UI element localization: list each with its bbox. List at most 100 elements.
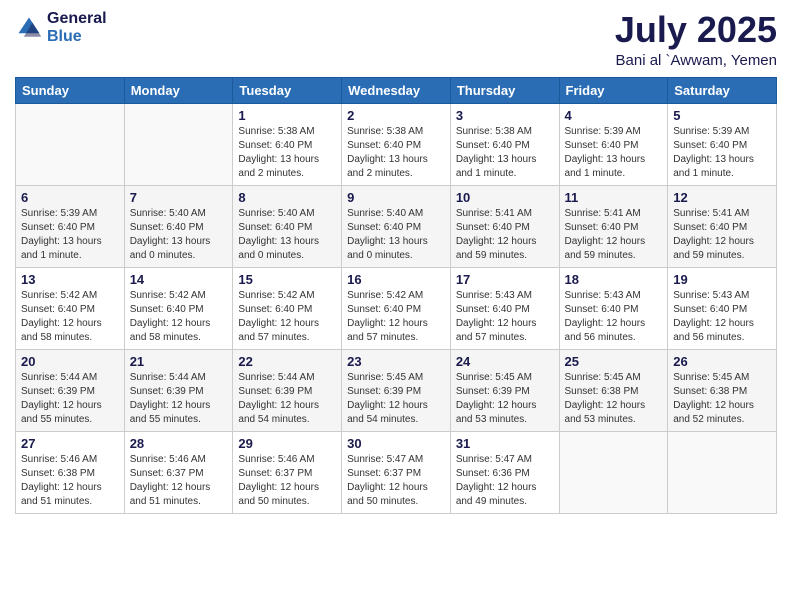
day-number: 11 bbox=[565, 190, 663, 205]
day-info: Sunrise: 5:42 AM Sunset: 6:40 PM Dayligh… bbox=[238, 289, 336, 345]
day-number: 17 bbox=[456, 272, 554, 287]
day-number: 5 bbox=[673, 108, 771, 123]
col-header-friday: Friday bbox=[559, 77, 668, 103]
week-row-1: 1 Sunrise: 5:38 AM Sunset: 6:40 PM Daylig… bbox=[16, 103, 777, 185]
day-info: Sunrise: 5:40 AM Sunset: 6:40 PM Dayligh… bbox=[347, 207, 445, 263]
day-cell-30: 30 Sunrise: 5:47 AM Sunset: 6:37 PM Dayli… bbox=[342, 431, 451, 513]
day-cell-5: 5 Sunrise: 5:39 AM Sunset: 6:40 PM Daylig… bbox=[668, 103, 777, 185]
logo: General Blue bbox=[15, 10, 107, 45]
day-number: 4 bbox=[565, 108, 663, 123]
day-number: 12 bbox=[673, 190, 771, 205]
day-number: 16 bbox=[347, 272, 445, 287]
day-cell-3: 3Sunrise: 5:38 AM Sunset: 6:40 PM Daylig… bbox=[450, 103, 559, 185]
day-number: 23 bbox=[347, 354, 445, 369]
day-cell-9: 9 Sunrise: 5:40 AM Sunset: 6:40 PM Daylig… bbox=[342, 185, 451, 267]
day-number: 13 bbox=[21, 272, 119, 287]
day-cell-28: 28 Sunrise: 5:46 AM Sunset: 6:37 PM Dayli… bbox=[124, 431, 233, 513]
day-number: 31 bbox=[456, 436, 554, 451]
day-info: Sunrise: 5:41 AM Sunset: 6:40 PM Dayligh… bbox=[456, 207, 554, 263]
day-info: Sunrise: 5:46 AM Sunset: 6:37 PM Dayligh… bbox=[130, 453, 228, 509]
subtitle: Bani al `Awwam, Yemen bbox=[615, 52, 777, 69]
day-info: Sunrise: 5:38 AM Sunset: 6:40 PM Dayligh… bbox=[347, 125, 445, 181]
day-info: Sunrise: 5:42 AM Sunset: 6:40 PM Dayligh… bbox=[130, 289, 228, 345]
logo-blue: Blue bbox=[47, 28, 107, 46]
title-block: July 2025 Bani al `Awwam, Yemen bbox=[615, 10, 777, 69]
day-info: Sunrise: 5:43 AM Sunset: 6:40 PM Dayligh… bbox=[565, 289, 663, 345]
day-cell-21: 21Sunrise: 5:44 AM Sunset: 6:39 PM Dayli… bbox=[124, 349, 233, 431]
day-number: 29 bbox=[238, 436, 336, 451]
day-info: Sunrise: 5:39 AM Sunset: 6:40 PM Dayligh… bbox=[565, 125, 663, 181]
day-cell-24: 24 Sunrise: 5:45 AM Sunset: 6:39 PM Dayli… bbox=[450, 349, 559, 431]
day-info: Sunrise: 5:45 AM Sunset: 6:39 PM Dayligh… bbox=[347, 371, 445, 427]
day-info: Sunrise: 5:45 AM Sunset: 6:38 PM Dayligh… bbox=[673, 371, 771, 427]
day-cell-17: 17 Sunrise: 5:43 AM Sunset: 6:40 PM Dayli… bbox=[450, 267, 559, 349]
day-number: 3 bbox=[456, 108, 554, 123]
day-info: Sunrise: 5:47 AM Sunset: 6:37 PM Dayligh… bbox=[347, 453, 445, 509]
day-cell-26: 26 Sunrise: 5:45 AM Sunset: 6:38 PM Dayli… bbox=[668, 349, 777, 431]
week-row-3: 13 Sunrise: 5:42 AM Sunset: 6:40 PM Dayli… bbox=[16, 267, 777, 349]
day-number: 1 bbox=[238, 108, 336, 123]
empty-cell bbox=[124, 103, 233, 185]
header-row: SundayMondayTuesdayWednesdayThursdayFrid… bbox=[16, 77, 777, 103]
col-header-saturday: Saturday bbox=[668, 77, 777, 103]
day-info: Sunrise: 5:43 AM Sunset: 6:40 PM Dayligh… bbox=[456, 289, 554, 345]
day-number: 22 bbox=[238, 354, 336, 369]
col-header-thursday: Thursday bbox=[450, 77, 559, 103]
day-number: 6 bbox=[21, 190, 119, 205]
day-number: 30 bbox=[347, 436, 445, 451]
day-number: 14 bbox=[130, 272, 228, 287]
day-cell-16: 16Sunrise: 5:42 AM Sunset: 6:40 PM Dayli… bbox=[342, 267, 451, 349]
day-cell-18: 18Sunrise: 5:43 AM Sunset: 6:40 PM Dayli… bbox=[559, 267, 668, 349]
day-number: 27 bbox=[21, 436, 119, 451]
day-cell-2: 2 Sunrise: 5:38 AM Sunset: 6:40 PM Daylig… bbox=[342, 103, 451, 185]
col-header-sunday: Sunday bbox=[16, 77, 125, 103]
day-cell-13: 13Sunrise: 5:42 AM Sunset: 6:40 PM Dayli… bbox=[16, 267, 125, 349]
day-cell-15: 15 Sunrise: 5:42 AM Sunset: 6:40 PM Dayli… bbox=[233, 267, 342, 349]
day-cell-6: 6 Sunrise: 5:39 AM Sunset: 6:40 PM Daylig… bbox=[16, 185, 125, 267]
day-info: Sunrise: 5:45 AM Sunset: 6:38 PM Dayligh… bbox=[565, 371, 663, 427]
col-header-monday: Monday bbox=[124, 77, 233, 103]
day-cell-8: 8Sunrise: 5:40 AM Sunset: 6:40 PM Daylig… bbox=[233, 185, 342, 267]
logo-icon bbox=[15, 14, 43, 42]
day-info: Sunrise: 5:41 AM Sunset: 6:40 PM Dayligh… bbox=[565, 207, 663, 263]
day-number: 28 bbox=[130, 436, 228, 451]
day-info: Sunrise: 5:38 AM Sunset: 6:40 PM Dayligh… bbox=[238, 125, 336, 181]
day-number: 9 bbox=[347, 190, 445, 205]
day-number: 10 bbox=[456, 190, 554, 205]
day-info: Sunrise: 5:46 AM Sunset: 6:37 PM Dayligh… bbox=[238, 453, 336, 509]
day-cell-12: 12 Sunrise: 5:41 AM Sunset: 6:40 PM Dayli… bbox=[668, 185, 777, 267]
day-info: Sunrise: 5:39 AM Sunset: 6:40 PM Dayligh… bbox=[21, 207, 119, 263]
day-cell-11: 11 Sunrise: 5:41 AM Sunset: 6:40 PM Dayli… bbox=[559, 185, 668, 267]
day-number: 8 bbox=[238, 190, 336, 205]
day-info: Sunrise: 5:41 AM Sunset: 6:40 PM Dayligh… bbox=[673, 207, 771, 263]
day-number: 2 bbox=[347, 108, 445, 123]
logo-general: General bbox=[47, 10, 107, 28]
day-info: Sunrise: 5:39 AM Sunset: 6:40 PM Dayligh… bbox=[673, 125, 771, 181]
day-number: 24 bbox=[456, 354, 554, 369]
day-info: Sunrise: 5:44 AM Sunset: 6:39 PM Dayligh… bbox=[130, 371, 228, 427]
day-info: Sunrise: 5:44 AM Sunset: 6:39 PM Dayligh… bbox=[21, 371, 119, 427]
col-header-wednesday: Wednesday bbox=[342, 77, 451, 103]
day-number: 25 bbox=[565, 354, 663, 369]
day-cell-19: 19Sunrise: 5:43 AM Sunset: 6:40 PM Dayli… bbox=[668, 267, 777, 349]
day-cell-10: 10 Sunrise: 5:41 AM Sunset: 6:40 PM Dayli… bbox=[450, 185, 559, 267]
day-cell-20: 20 Sunrise: 5:44 AM Sunset: 6:39 PM Dayli… bbox=[16, 349, 125, 431]
day-cell-1: 1 Sunrise: 5:38 AM Sunset: 6:40 PM Daylig… bbox=[233, 103, 342, 185]
empty-cell bbox=[559, 431, 668, 513]
day-cell-25: 25 Sunrise: 5:45 AM Sunset: 6:38 PM Dayli… bbox=[559, 349, 668, 431]
day-cell-4: 4 Sunrise: 5:39 AM Sunset: 6:40 PM Daylig… bbox=[559, 103, 668, 185]
header: General Blue July 2025 Bani al `Awwam, Y… bbox=[15, 10, 777, 69]
day-cell-7: 7Sunrise: 5:40 AM Sunset: 6:40 PM Daylig… bbox=[124, 185, 233, 267]
day-info: Sunrise: 5:46 AM Sunset: 6:38 PM Dayligh… bbox=[21, 453, 119, 509]
week-row-5: 27 Sunrise: 5:46 AM Sunset: 6:38 PM Dayli… bbox=[16, 431, 777, 513]
calendar-table: SundayMondayTuesdayWednesdayThursdayFrid… bbox=[15, 77, 777, 514]
logo-text: General Blue bbox=[47, 10, 107, 45]
day-cell-14: 14 Sunrise: 5:42 AM Sunset: 6:40 PM Dayli… bbox=[124, 267, 233, 349]
day-info: Sunrise: 5:45 AM Sunset: 6:39 PM Dayligh… bbox=[456, 371, 554, 427]
day-number: 26 bbox=[673, 354, 771, 369]
day-number: 20 bbox=[21, 354, 119, 369]
main-title: July 2025 bbox=[615, 10, 777, 50]
col-header-tuesday: Tuesday bbox=[233, 77, 342, 103]
day-number: 15 bbox=[238, 272, 336, 287]
day-cell-23: 23 Sunrise: 5:45 AM Sunset: 6:39 PM Dayli… bbox=[342, 349, 451, 431]
